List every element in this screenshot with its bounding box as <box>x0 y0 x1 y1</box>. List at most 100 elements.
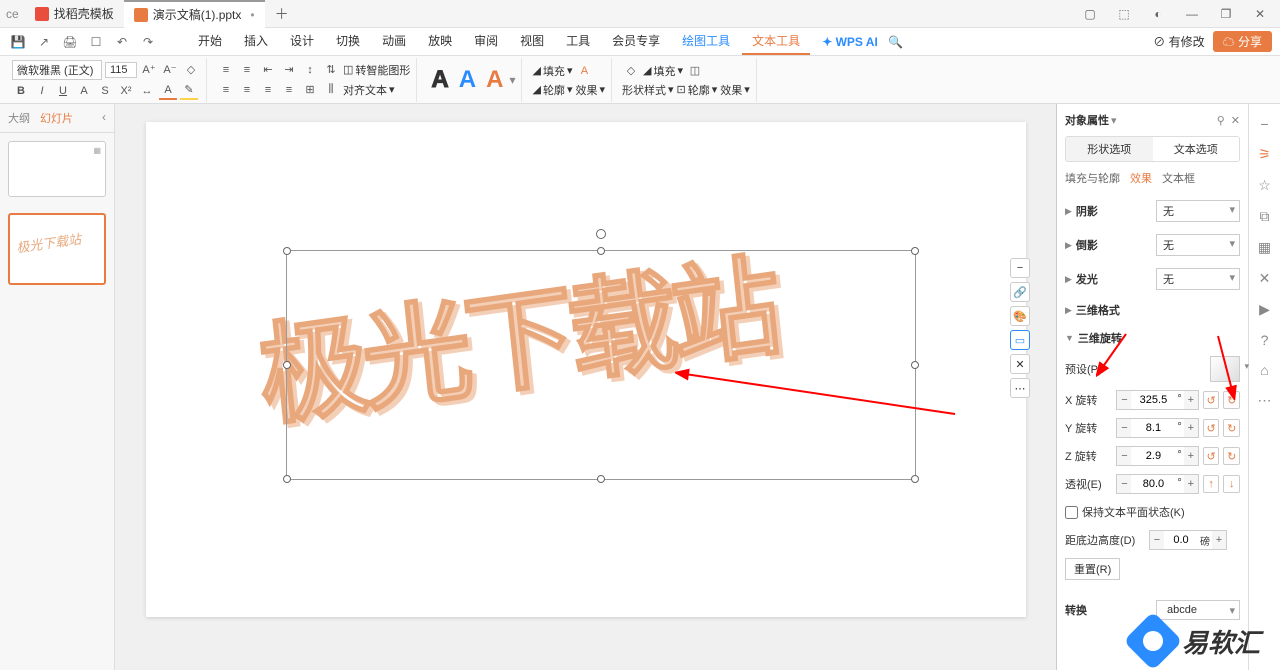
undo-icon[interactable]: ↶ <box>112 32 132 52</box>
canvas-area[interactable]: 极光下载站 − 🔗 🎨 ▭ ✕ ⋯ <box>115 104 1056 670</box>
shadow-select[interactable]: 无 <box>1156 200 1240 222</box>
print-icon[interactable]: 🖨 <box>60 32 80 52</box>
slide-thumb-2[interactable]: 极光下载站 <box>8 213 106 285</box>
menu-view[interactable]: 视图 <box>510 28 554 55</box>
align-left-icon[interactable]: ≡ <box>217 81 235 99</box>
wordart-style-1[interactable]: A <box>427 66 452 94</box>
add-tab[interactable]: ＋ <box>265 4 299 24</box>
xrot-input[interactable] <box>1131 391 1175 409</box>
cat-textbox[interactable]: 文本框 <box>1162 170 1195 186</box>
text-direction-icon[interactable]: ⇅ <box>322 61 340 79</box>
persp-down-icon[interactable]: ↓ <box>1223 475 1240 493</box>
indent-dec-icon[interactable]: ⇤ <box>259 61 277 79</box>
superscript-icon[interactable]: X² <box>117 82 135 100</box>
cat-fill[interactable]: 填充与轮廓 <box>1065 170 1120 186</box>
rail-help-icon[interactable]: ? <box>1261 332 1269 348</box>
highlight-icon[interactable]: ✎ <box>180 82 198 100</box>
inc-icon[interactable]: + <box>1184 447 1198 465</box>
inc-icon[interactable]: + <box>1184 475 1198 493</box>
float-paint-icon[interactable]: 🎨 <box>1010 306 1030 326</box>
zrot-input[interactable] <box>1131 447 1175 465</box>
font-shrink-icon[interactable]: A⁻ <box>161 61 179 79</box>
wordart-style-3[interactable]: A <box>482 66 507 94</box>
inc-icon[interactable]: + <box>1212 531 1226 549</box>
font-size-select[interactable]: 115 <box>105 62 137 78</box>
persp-input[interactable] <box>1131 475 1175 493</box>
handle-tl[interactable] <box>283 247 291 255</box>
preset-picker[interactable] <box>1210 356 1240 382</box>
shape-style-button[interactable]: 形状样式 ▾ <box>622 82 674 98</box>
tab-document[interactable]: 演示文稿(1).pptx • <box>124 0 265 28</box>
font-color-icon[interactable]: A <box>159 82 177 100</box>
tab-templates[interactable]: 找稻壳模板 <box>25 0 124 28</box>
rotate3d-section[interactable]: ▼ 三维旋转 <box>1065 324 1240 352</box>
reflection-select[interactable]: 无 <box>1156 234 1240 256</box>
float-more-icon[interactable]: ⋯ <box>1010 378 1030 398</box>
yrot-spinner[interactable]: −°+ <box>1116 418 1198 438</box>
font-grow-icon[interactable]: A⁺ <box>140 61 158 79</box>
search-icon[interactable]: 🔍 <box>886 32 906 52</box>
menu-insert[interactable]: 插入 <box>234 28 278 55</box>
menu-text[interactable]: 文本工具 <box>742 28 810 55</box>
line-spacing-icon[interactable]: ↕ <box>301 61 319 79</box>
handle-ml[interactable] <box>283 361 291 369</box>
smartart-button[interactable]: ◫ 转智能图形 <box>343 62 410 78</box>
dec-icon[interactable]: − <box>1117 391 1131 409</box>
menu-anim[interactable]: 动画 <box>372 28 416 55</box>
align-right-icon[interactable]: ≡ <box>259 81 277 99</box>
slides-tab[interactable]: 幻灯片 <box>40 110 73 126</box>
rail-settings-icon[interactable]: ⚞ <box>1258 146 1271 163</box>
wordart-more-icon[interactable]: ▾ <box>509 73 515 87</box>
text-options-tab[interactable]: 文本选项 <box>1153 137 1240 161</box>
menu-start[interactable]: 开始 <box>188 28 232 55</box>
pin-icon[interactable]: ⚲ <box>1217 114 1225 127</box>
share-button[interactable]: ☁ 分享 <box>1213 31 1272 52</box>
rail-star-icon[interactable]: ☆ <box>1258 177 1271 194</box>
shape-icon[interactable]: ◇ <box>622 62 640 80</box>
menu-design[interactable]: 设计 <box>280 28 324 55</box>
rotation-handle[interactable] <box>596 229 606 239</box>
bold-icon[interactable]: B <box>12 82 30 100</box>
menu-member[interactable]: 会员专享 <box>602 28 670 55</box>
numbering-icon[interactable]: ≡ <box>238 61 256 79</box>
bullets-icon[interactable]: ≡ <box>217 61 235 79</box>
export-icon[interactable]: ↗ <box>34 32 54 52</box>
dec-icon[interactable]: − <box>1150 531 1164 549</box>
inc-icon[interactable]: + <box>1184 419 1198 437</box>
menu-show[interactable]: 放映 <box>418 28 462 55</box>
clear-format-icon[interactable]: ◇ <box>182 61 200 79</box>
distance-input[interactable] <box>1164 531 1198 549</box>
text-clear-icon[interactable]: A <box>575 62 593 80</box>
float-link-icon[interactable]: 🔗 <box>1010 282 1030 302</box>
rail-layers-icon[interactable]: ⧉ <box>1260 208 1270 225</box>
wordart-style-2[interactable]: A <box>455 66 480 94</box>
slide-thumb-1[interactable]: ▦ <box>8 141 106 197</box>
dec-icon[interactable]: − <box>1117 419 1131 437</box>
zrot-spinner[interactable]: −°+ <box>1116 446 1198 466</box>
menu-transition[interactable]: 切换 <box>326 28 370 55</box>
shape-options-tab[interactable]: 形状选项 <box>1066 137 1153 161</box>
slide[interactable]: 极光下载站 <box>146 122 1026 617</box>
panel-title-dropdown-icon[interactable]: ▾ <box>1111 114 1117 127</box>
distance-spinner[interactable]: −磅+ <box>1149 530 1227 550</box>
shadow-icon[interactable]: A <box>75 82 93 100</box>
panel-close-icon[interactable]: ✕ <box>1231 114 1240 127</box>
rail-more-icon[interactable]: ⋯ <box>1258 392 1272 409</box>
shadow-section[interactable]: ▶ 阴影 无 <box>1065 194 1240 228</box>
menu-tools[interactable]: 工具 <box>556 28 600 55</box>
textbox-selection[interactable] <box>286 250 916 480</box>
win-app-icon[interactable]: ▢ <box>1078 7 1102 21</box>
zrot-right-icon[interactable]: ↻ <box>1223 447 1240 465</box>
persp-spinner[interactable]: −°+ <box>1116 474 1198 494</box>
handle-bm[interactable] <box>597 475 605 483</box>
shape-outline-button[interactable]: ⊡ 轮廓 ▾ <box>677 82 718 98</box>
rail-play-icon[interactable]: ▶ <box>1259 301 1270 318</box>
xrot-left-icon[interactable]: ↺ <box>1203 391 1220 409</box>
shape-effect-button[interactable]: 效果 ▾ <box>720 82 750 98</box>
xrot-right-icon[interactable]: ↻ <box>1223 391 1240 409</box>
italic-icon[interactable]: I <box>33 82 51 100</box>
xrot-spinner[interactable]: −°+ <box>1116 390 1198 410</box>
handle-bl[interactable] <box>283 475 291 483</box>
yrot-input[interactable] <box>1131 419 1175 437</box>
font-name-select[interactable]: 微软雅黑 (正文) <box>12 60 102 80</box>
